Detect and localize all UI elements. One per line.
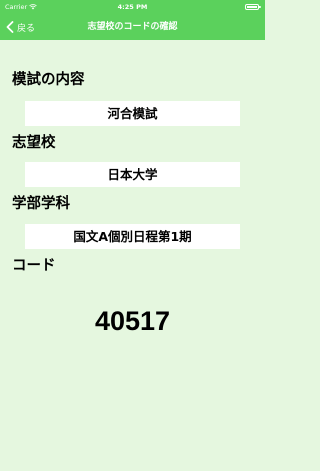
- page-title: 志望校のコードの確認: [87, 22, 178, 32]
- status-bar: Carrier 4:25 PM: [0, 0, 265, 14]
- school-label: 志望校: [12, 135, 56, 151]
- code-value: 40517: [94, 306, 171, 336]
- department-value: 国文A個別日程第1期: [25, 224, 240, 249]
- exam-content-value: 河合模試: [25, 101, 240, 126]
- screen: Carrier 4:25 PM 戻る 志望校のコードの確認 模試の内容 河合模試…: [0, 0, 265, 471]
- navigation-bar: 戻る 志望校のコードの確認: [0, 14, 265, 40]
- battery-icon: [245, 4, 261, 10]
- code-label: コード: [12, 258, 56, 274]
- school-value: 日本大学: [25, 162, 240, 187]
- department-label: 学部学科: [12, 196, 70, 212]
- status-time: 4:25 PM: [117, 3, 148, 11]
- exam-content-label: 模試の内容: [12, 72, 85, 88]
